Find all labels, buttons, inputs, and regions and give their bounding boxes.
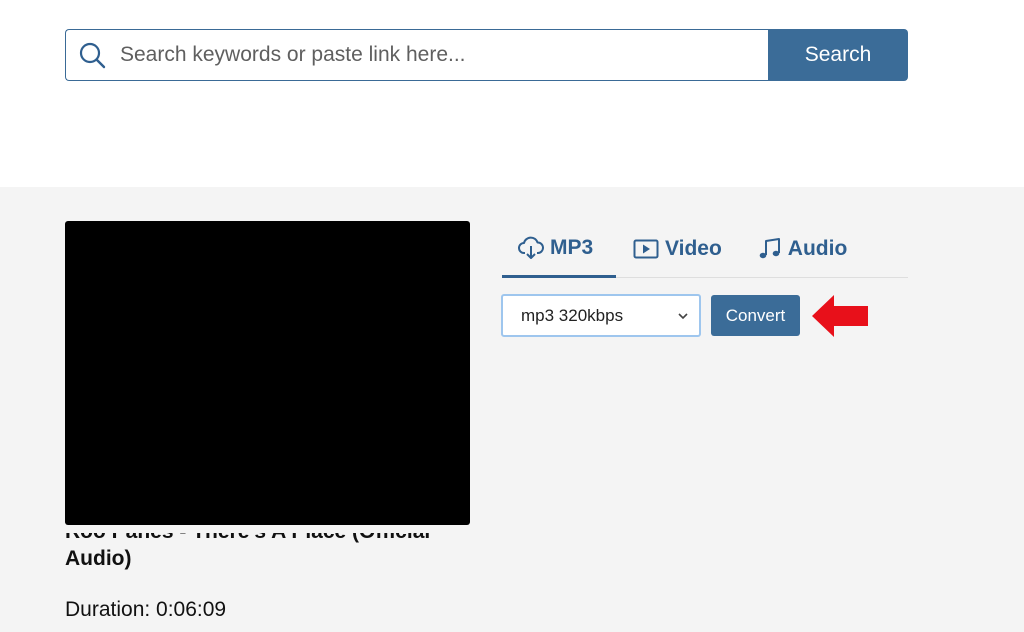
tab-video[interactable]: Video [633, 226, 722, 278]
tab-mp3-label: MP3 [550, 235, 594, 259]
format-tabs: MP3 Video Audio [502, 226, 908, 278]
tab-audio-label: Audio [787, 237, 848, 260]
search-input[interactable] [120, 43, 740, 67]
video-duration: Duration: 0:06:09 [65, 598, 227, 621]
tab-video-label: Video [665, 237, 722, 260]
convert-button[interactable]: Convert [711, 295, 800, 336]
search-field[interactable] [65, 29, 768, 81]
cloud-download-icon [518, 236, 544, 259]
search-icon [79, 42, 106, 69]
chevron-down-icon [678, 313, 688, 320]
format-select-value: mp3 320kbps [521, 305, 624, 325]
tab-audio[interactable]: Audio [758, 226, 847, 278]
video-title-line2: Audio) [65, 547, 132, 570]
video-title: Roo Panes - There's A Place (Official Au… [65, 533, 465, 573]
music-note-icon [759, 238, 780, 259]
red-arrow-icon [812, 295, 868, 337]
format-select[interactable]: mp3 320kbps [501, 294, 701, 337]
tab-mp3[interactable]: MP3 [502, 226, 616, 278]
video-thumbnail [65, 221, 470, 525]
search-button[interactable]: Search [768, 29, 908, 81]
video-title-line1: Roo Panes - There's A Place (Official [65, 533, 465, 545]
play-box-icon [633, 239, 659, 259]
search-bar: Search [65, 29, 908, 81]
